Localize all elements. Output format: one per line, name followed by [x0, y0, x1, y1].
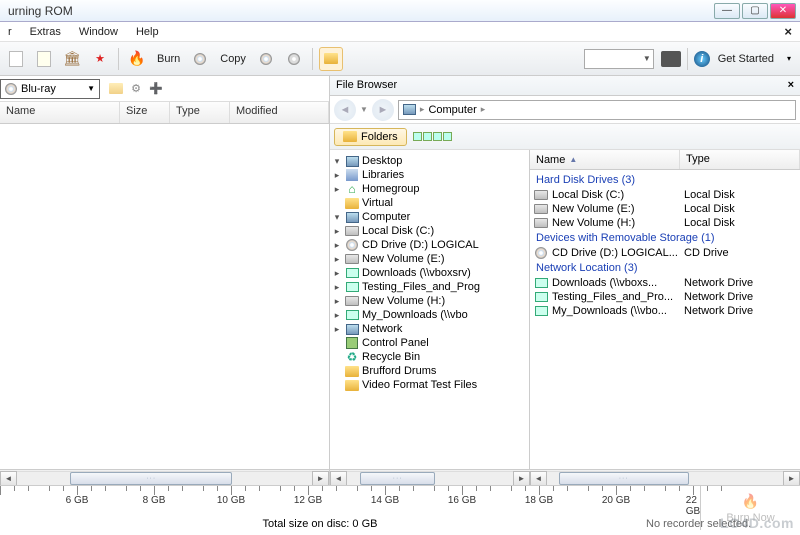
tree-node[interactable]: ♻Recycle Bin: [332, 350, 527, 364]
new-button[interactable]: [4, 47, 28, 71]
favorite-button[interactable]: ★: [88, 47, 112, 71]
tree-node[interactable]: ▸My_Downloads (\\vbo: [332, 308, 527, 322]
detail-list: Name▲ Type Hard Disk Drives (3)Local Dis…: [530, 150, 800, 469]
folder-icon: [343, 131, 357, 142]
tree-node[interactable]: ▸Network: [332, 322, 527, 336]
menu-bar: r Extras Window Help ×: [0, 22, 800, 42]
detail-row[interactable]: Testing_Files_and_Pro...Network Drive: [530, 290, 800, 304]
detail-row[interactable]: Local Disk (C:)Local Disk: [530, 188, 800, 202]
tree-node[interactable]: ▸Libraries: [332, 168, 527, 182]
disc-icon: [5, 83, 17, 95]
view-mode-button[interactable]: [413, 132, 452, 141]
tree-node[interactable]: ▸New Volume (H:): [332, 294, 527, 308]
tree-node[interactable]: ▾Desktop: [332, 154, 527, 168]
tree-node[interactable]: Virtual: [332, 196, 527, 210]
breadcrumb-item[interactable]: Computer: [428, 104, 476, 116]
tree-node[interactable]: Video Format Test Files: [332, 378, 527, 392]
get-started-dropdown[interactable]: ▾: [782, 47, 796, 71]
panel-close-icon[interactable]: ×: [780, 22, 796, 41]
window-title: urning ROM: [4, 4, 714, 18]
compilation-panel: Blu-ray ▼ ⚙ ➕ Name Size Type Modified ◄ …: [0, 76, 330, 486]
info-icon[interactable]: i: [694, 51, 710, 67]
new-folder-icon[interactable]: [107, 80, 125, 98]
menu-item[interactable]: r: [4, 24, 16, 40]
menu-item[interactable]: Extras: [26, 24, 65, 40]
col-name[interactable]: Name: [0, 102, 120, 123]
total-size-label: Total size on disc: 0 GB: [0, 518, 640, 530]
copy-icon[interactable]: [188, 47, 212, 71]
detail-group-header: Hard Disk Drives (3): [530, 172, 800, 188]
detail-group-header: Devices with Removable Storage (1): [530, 230, 800, 246]
tree-node[interactable]: ▸CD Drive (D:) LOGICAL: [332, 238, 527, 252]
folder-tree[interactable]: ▾Desktop▸Libraries▸⌂HomegroupVirtual▾Com…: [330, 150, 530, 469]
maximize-button[interactable]: ▢: [742, 3, 768, 19]
col-modified[interactable]: Modified: [230, 102, 329, 123]
view-folder-button[interactable]: [319, 47, 343, 71]
tree-node[interactable]: Control Panel: [332, 336, 527, 350]
burn-icon[interactable]: 🔥: [125, 47, 149, 71]
minimize-button[interactable]: —: [714, 3, 740, 19]
detail-row[interactable]: My_Downloads (\\vbo...Network Drive: [530, 304, 800, 318]
menu-item[interactable]: Window: [75, 24, 122, 40]
breadcrumb[interactable]: ▸ Computer ▸: [398, 100, 796, 120]
col-type[interactable]: Type: [170, 102, 230, 123]
detail-row[interactable]: CD Drive (D:) LOGICAL...CD Drive: [530, 246, 800, 260]
folders-label: Folders: [361, 131, 398, 143]
detail-group-header: Network Location (3): [530, 260, 800, 276]
detail-row[interactable]: New Volume (E:)Local Disk: [530, 202, 800, 216]
disc-tool-1[interactable]: [254, 47, 278, 71]
tree-node[interactable]: ▸New Volume (E:): [332, 252, 527, 266]
tree-node[interactable]: ▸Downloads (\\vboxsrv): [332, 266, 527, 280]
nav-forward-button[interactable]: ►: [372, 99, 394, 121]
compilation-hscroll[interactable]: ◄ ··· ►: [0, 469, 329, 486]
detail-row[interactable]: New Volume (H:)Local Disk: [530, 216, 800, 230]
detail-rows[interactable]: Hard Disk Drives (3)Local Disk (C:)Local…: [530, 170, 800, 320]
disc-type-select[interactable]: Blu-ray ▼: [0, 79, 100, 99]
compilation-file-list[interactable]: [0, 124, 329, 469]
nav-back-button[interactable]: ◄: [334, 99, 356, 121]
tree-node[interactable]: ▾Computer: [332, 210, 527, 224]
tree-node[interactable]: ▸Testing_Files_and_Prog: [332, 280, 527, 294]
workspace: Blu-ray ▼ ⚙ ➕ Name Size Type Modified ◄ …: [0, 76, 800, 486]
drive-indicator-icon: [661, 51, 681, 67]
bottom-bar: 6 GB8 GB10 GB12 GB14 GB16 GB18 GB20 GB22…: [0, 485, 800, 535]
open-button[interactable]: [32, 47, 56, 71]
title-bar: urning ROM — ▢ ✕: [0, 0, 800, 22]
nav-row: ◄ ▼ ► ▸ Computer ▸: [330, 96, 800, 124]
get-started-label[interactable]: Get Started: [714, 53, 778, 65]
detail-col-name[interactable]: Name▲: [530, 150, 680, 169]
computer-icon: [403, 104, 416, 115]
detail-row[interactable]: Downloads (\\vboxs...Network Drive: [530, 276, 800, 290]
close-button[interactable]: ✕: [770, 3, 796, 19]
toolbar-combo[interactable]: ▼: [584, 49, 654, 69]
col-size[interactable]: Size: [120, 102, 170, 123]
tree-node[interactable]: Brufford Drums: [332, 364, 527, 378]
watermark: LO4D.com: [720, 515, 794, 531]
detail-hscroll[interactable]: ◄···►: [530, 469, 800, 486]
file-browser-panel: File Browser × ◄ ▼ ► ▸ Computer ▸ Folder…: [330, 76, 800, 486]
library-button[interactable]: 🏛: [60, 47, 84, 71]
size-ruler: 6 GB8 GB10 GB12 GB14 GB16 GB18 GB20 GB22…: [0, 486, 700, 514]
tree-node[interactable]: ▸Local Disk (C:): [332, 224, 527, 238]
tree-hscroll[interactable]: ◄···►: [330, 469, 530, 486]
menu-item[interactable]: Help: [132, 24, 163, 40]
compilation-header: Name Size Type Modified: [0, 102, 329, 124]
properties-icon[interactable]: ⚙: [127, 80, 145, 98]
file-browser-title: File Browser: [336, 79, 397, 92]
disc-type-label: Blu-ray: [21, 83, 56, 95]
main-toolbar: 🏛 ★ 🔥 Burn Copy ▼ i Get Started ▾: [0, 42, 800, 76]
folders-toggle-button[interactable]: Folders: [334, 128, 407, 146]
detail-col-type[interactable]: Type: [680, 150, 800, 169]
add-icon[interactable]: ➕: [147, 80, 165, 98]
burn-label[interactable]: Burn: [153, 53, 184, 65]
copy-label[interactable]: Copy: [216, 53, 250, 65]
file-browser-close-icon[interactable]: ×: [788, 79, 794, 92]
disc-tool-2[interactable]: [282, 47, 306, 71]
tree-node[interactable]: ▸⌂Homegroup: [332, 182, 527, 196]
